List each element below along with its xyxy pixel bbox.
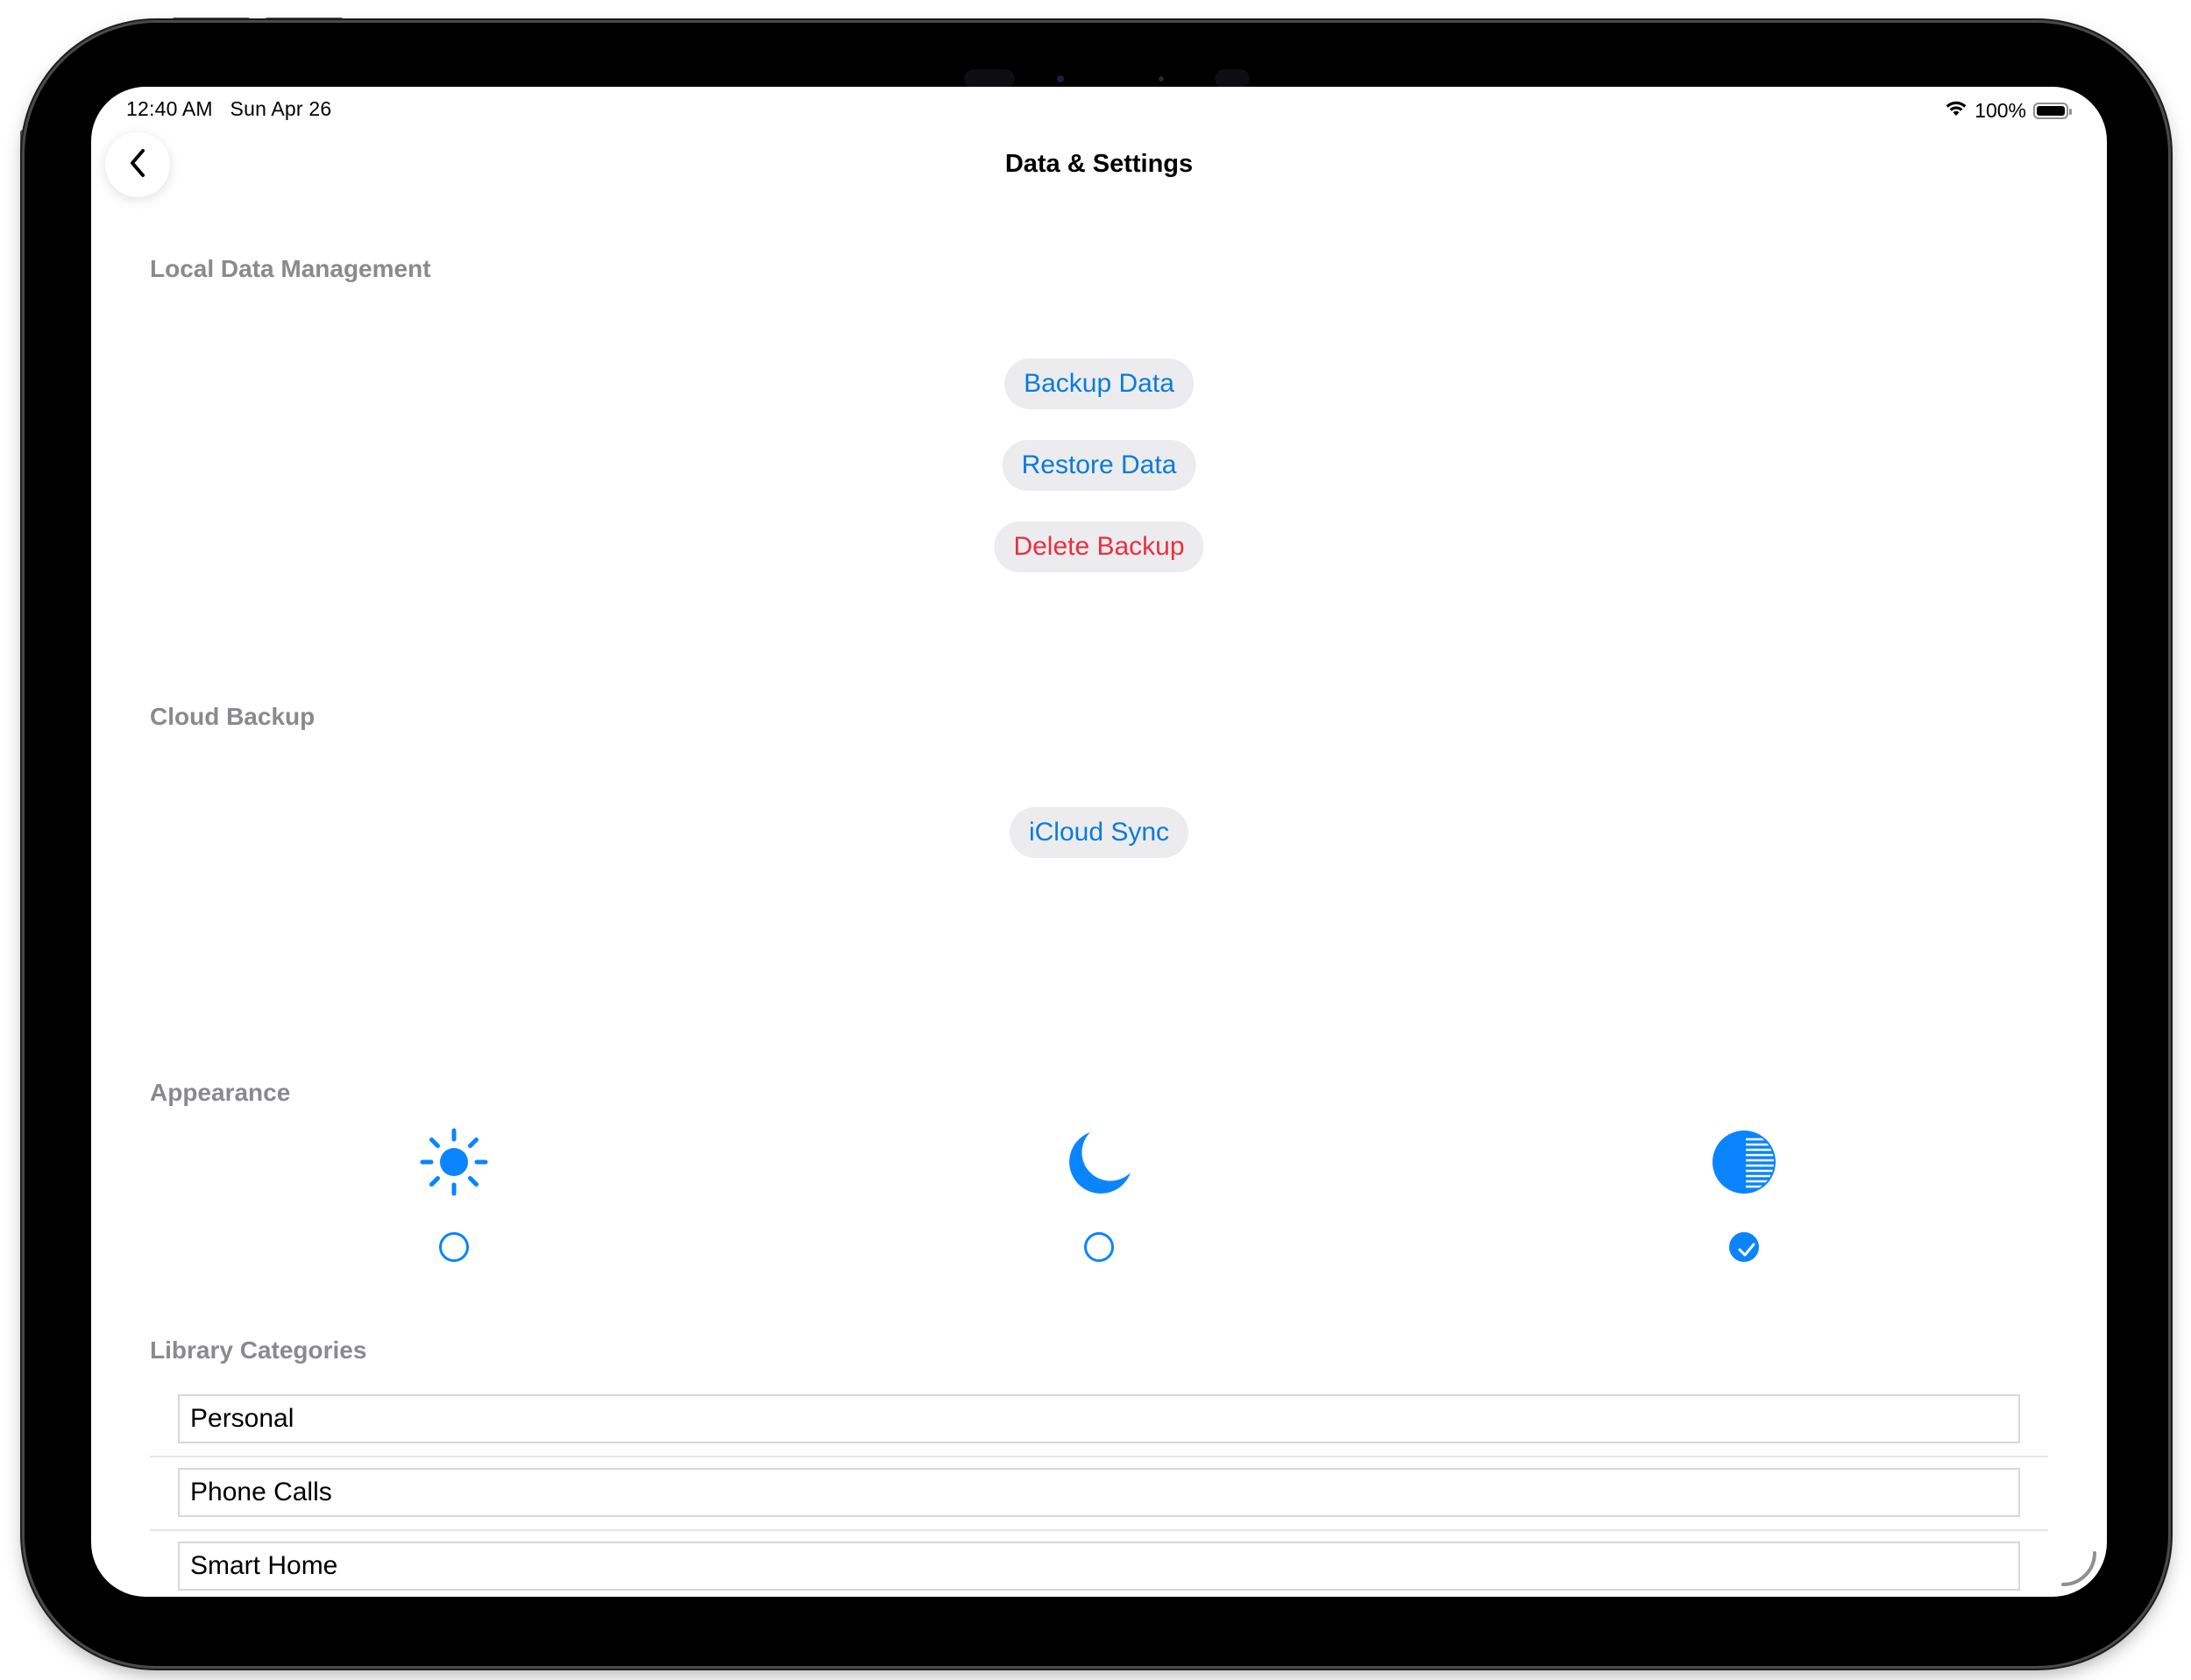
circle-lefthalf-striped-icon[interactable] [1709,1127,1779,1197]
wifi-icon [1945,99,1968,123]
category-field[interactable]: Smart Home [178,1542,2020,1591]
icloud-sync-button[interactable]: iCloud Sync [1009,807,1189,858]
category-row: Smart Home [150,1531,2048,1597]
section-header-appearance: Appearance [150,1079,291,1106]
appearance-dark-radio[interactable] [1084,1232,1114,1262]
app-screen: 12:40 AM Sun Apr 26 100% Data & Settings… [91,87,2107,1597]
status-time-date: 12:40 AM Sun Apr 26 [126,97,332,120]
category-field[interactable]: Phone Calls [178,1468,2020,1517]
category-field[interactable]: Personal [178,1394,2020,1443]
appearance-light-radio[interactable] [439,1232,469,1262]
section-header-library-categories: Library Categories [150,1336,367,1364]
battery-percent: 100% [1975,98,2026,122]
sun-icon[interactable] [419,1127,489,1197]
appearance-auto-radio[interactable] [1729,1232,1759,1262]
battery-icon [2033,102,2072,119]
section-header-local-data: Local Data Management [150,255,431,282]
moon-icon[interactable] [1064,1127,1134,1197]
checkmark-icon [1738,1243,1755,1257]
section-header-cloud-backup: Cloud Backup [150,703,316,730]
page-title: Data & Settings [1004,150,1194,178]
delete-backup-button[interactable]: Delete Backup [994,521,1204,572]
status-indicators: 100% [1945,97,2072,124]
category-row: Phone Calls [150,1457,2048,1531]
restore-data-button[interactable]: Restore Data [1002,440,1196,491]
corner-indicator-icon [2060,1549,2098,1588]
backup-data-button[interactable]: Backup Data [1004,358,1194,409]
category-row: Personal [150,1384,2048,1457]
